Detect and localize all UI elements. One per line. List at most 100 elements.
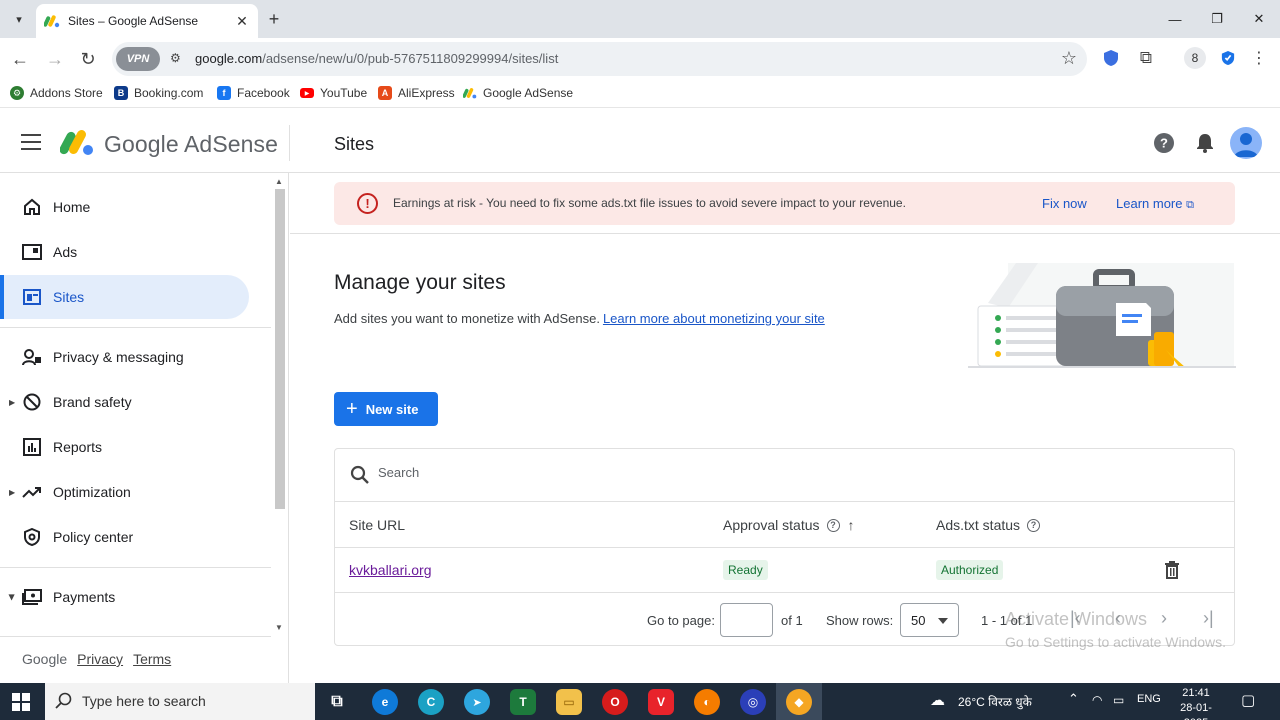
task-view-icon[interactable]: ⧉ bbox=[324, 689, 350, 715]
window-close-icon[interactable]: ✕ bbox=[1238, 0, 1280, 38]
expand-caret-icon[interactable]: ▶ bbox=[9, 398, 15, 407]
address-bar[interactable]: VPN ⚙ google.com/adsense/new/u/0/pub-576… bbox=[112, 42, 1087, 76]
learn-more-link[interactable]: Learn more ⧉ bbox=[1116, 196, 1194, 212]
sidebar-item-payments[interactable]: ▶ Payments bbox=[0, 575, 249, 619]
table-search-row bbox=[335, 449, 1234, 502]
next-page-icon[interactable]: › bbox=[1161, 608, 1167, 629]
manage-sites-heading: Manage your sites bbox=[334, 271, 506, 294]
bookmark-aliexpress[interactable]: A AliExpress bbox=[378, 86, 455, 100]
help-circle-icon[interactable]: ? bbox=[1027, 518, 1041, 532]
account-avatar[interactable] bbox=[1230, 127, 1262, 159]
sidebar-nav: Home Ads Sites Privacy & messaging ▶ Bra… bbox=[0, 173, 289, 683]
sidebar-item-privacy[interactable]: Privacy & messaging bbox=[0, 335, 249, 379]
site-url-link[interactable]: kvkballari.org bbox=[349, 562, 431, 578]
collapse-caret-icon[interactable]: ▶ bbox=[8, 594, 17, 600]
forward-icon[interactable]: → bbox=[43, 47, 67, 71]
approval-status-badge: Ready bbox=[723, 560, 768, 580]
tally-app-icon[interactable]: T bbox=[510, 689, 536, 715]
tab-close-icon[interactable]: ✕ bbox=[234, 13, 250, 30]
footer-privacy-link[interactable]: Privacy bbox=[77, 651, 123, 667]
maximize-icon[interactable]: ❐ bbox=[1196, 0, 1238, 38]
column-header-approval-status[interactable]: Approval status ? ↑ bbox=[723, 517, 855, 533]
rows-per-page-select[interactable]: 50 bbox=[900, 603, 959, 637]
activate-windows-hint: Go to Settings to activate Windows. bbox=[1005, 634, 1226, 650]
weather-icon[interactable]: ☁ bbox=[930, 691, 945, 709]
scroll-down-icon[interactable]: ▼ bbox=[275, 623, 283, 632]
bookmark-youtube[interactable]: ▶ YouTube bbox=[300, 86, 367, 100]
sidebar-item-policy-center[interactable]: Policy center bbox=[0, 515, 249, 559]
taskbar-clock[interactable]: 21:41 28-01-2025 bbox=[1170, 686, 1222, 720]
scroll-up-icon[interactable]: ▲ bbox=[275, 177, 283, 186]
firefox-icon[interactable]: ◐ bbox=[694, 689, 720, 715]
sidebar-scroll-thumb[interactable] bbox=[275, 189, 285, 509]
minimize-icon[interactable]: — bbox=[1154, 0, 1196, 38]
policy-icon bbox=[22, 527, 42, 547]
browser-app-icon[interactable]: ◎ bbox=[740, 689, 766, 715]
sidebar-item-sites[interactable]: Sites bbox=[0, 275, 249, 319]
fix-now-link[interactable]: Fix now bbox=[1042, 196, 1087, 211]
last-page-icon[interactable]: ›| bbox=[1203, 608, 1214, 629]
bookmark-addons-store[interactable]: ⚙ Addons Store bbox=[10, 86, 103, 100]
weather-text[interactable]: 26°C विरळ धुके bbox=[958, 693, 1032, 710]
sort-arrow-up-icon[interactable]: ↑ bbox=[848, 517, 855, 533]
windows-start-icon[interactable] bbox=[12, 693, 30, 711]
active-browser-icon[interactable]: ◆ bbox=[786, 689, 812, 715]
footer-terms-link[interactable]: Terms bbox=[133, 651, 171, 667]
adsense-bookmark-icon bbox=[463, 88, 477, 99]
bookmark-booking[interactable]: B Booking.com bbox=[114, 86, 203, 100]
browser-tab[interactable]: Sites – Google AdSense ✕ bbox=[36, 4, 258, 38]
taskbar-search-box[interactable]: Type here to search bbox=[45, 683, 315, 720]
extensions-puzzle-icon[interactable]: ⧉ bbox=[1135, 47, 1157, 69]
profile-icon[interactable]: 8 bbox=[1184, 47, 1206, 69]
expand-caret-icon[interactable]: ▶ bbox=[9, 488, 15, 497]
shield-extension-icon[interactable] bbox=[1100, 47, 1122, 69]
sidebar-item-home[interactable]: Home bbox=[0, 185, 249, 229]
file-explorer-icon[interactable]: ▭ bbox=[556, 689, 582, 715]
sidebar-item-reports[interactable]: Reports bbox=[0, 425, 249, 469]
browser-menu-icon[interactable]: ⋮ bbox=[1248, 47, 1270, 69]
vpn-badge[interactable]: VPN bbox=[116, 47, 160, 71]
main-menu-icon[interactable] bbox=[21, 134, 41, 152]
briefcase-illustration bbox=[968, 263, 1236, 368]
sidebar-item-brand-safety[interactable]: ▶ Brand safety bbox=[0, 380, 249, 424]
bookmark-star-icon[interactable]: ☆ bbox=[1061, 48, 1077, 69]
sidebar-item-ads[interactable]: Ads bbox=[0, 230, 249, 274]
tab-search-chevron-icon[interactable]: ▾ bbox=[8, 8, 30, 30]
column-header-adstxt-status[interactable]: Ads.txt status ? bbox=[936, 517, 1041, 533]
help-circle-icon[interactable]: ? bbox=[826, 518, 840, 532]
c-app-icon[interactable]: C bbox=[418, 689, 444, 715]
new-tab-button[interactable]: + bbox=[264, 9, 284, 29]
youtube-icon: ▶ bbox=[300, 88, 314, 98]
wifi-icon[interactable]: ◠ bbox=[1092, 693, 1102, 707]
column-header-site-url[interactable]: Site URL bbox=[349, 517, 405, 533]
payments-icon bbox=[22, 587, 42, 607]
browser-toolbar: ← → ↻ VPN ⚙ google.com/adsense/new/u/0/p… bbox=[0, 38, 1280, 80]
back-icon[interactable]: ← bbox=[8, 47, 32, 71]
opera-icon[interactable]: O bbox=[602, 689, 628, 715]
telegram-icon[interactable]: ➤ bbox=[464, 689, 490, 715]
language-indicator[interactable]: ENG bbox=[1137, 693, 1161, 705]
bookmark-facebook[interactable]: f Facebook bbox=[217, 86, 290, 100]
page-number-input[interactable] bbox=[720, 603, 773, 637]
vivaldi-icon[interactable]: V bbox=[648, 689, 674, 715]
svg-text:?: ? bbox=[1160, 136, 1168, 151]
tray-chevron-icon[interactable]: ⌃ bbox=[1068, 691, 1079, 707]
help-icon[interactable]: ? bbox=[1152, 131, 1176, 155]
app-header: Google AdSense Sites ? bbox=[0, 113, 1280, 173]
trending-icon bbox=[22, 482, 42, 502]
search-input[interactable] bbox=[378, 465, 778, 480]
bookmark-google-adsense[interactable]: Google AdSense bbox=[463, 86, 573, 100]
battery-icon[interactable]: ▭ bbox=[1113, 693, 1124, 707]
reload-icon[interactable]: ↻ bbox=[76, 47, 100, 71]
vpn-shield-icon[interactable] bbox=[1217, 47, 1239, 69]
learn-more-monetizing-link[interactable]: Learn more about monetizing your site bbox=[603, 311, 825, 326]
notifications-bell-icon[interactable] bbox=[1193, 131, 1217, 155]
page-count-text: of 1 bbox=[781, 613, 803, 628]
sidebar-item-optimization[interactable]: ▶ Optimization bbox=[0, 470, 249, 514]
url-text[interactable]: google.com/adsense/new/u/0/pub-576751180… bbox=[195, 51, 558, 66]
edge-browser-icon[interactable]: e bbox=[372, 689, 398, 715]
notifications-icon[interactable]: ▢ bbox=[1241, 691, 1255, 709]
new-site-button[interactable]: + New site bbox=[334, 392, 438, 426]
site-info-icon[interactable]: ⚙ bbox=[170, 51, 181, 65]
delete-trash-icon[interactable] bbox=[1164, 561, 1180, 579]
